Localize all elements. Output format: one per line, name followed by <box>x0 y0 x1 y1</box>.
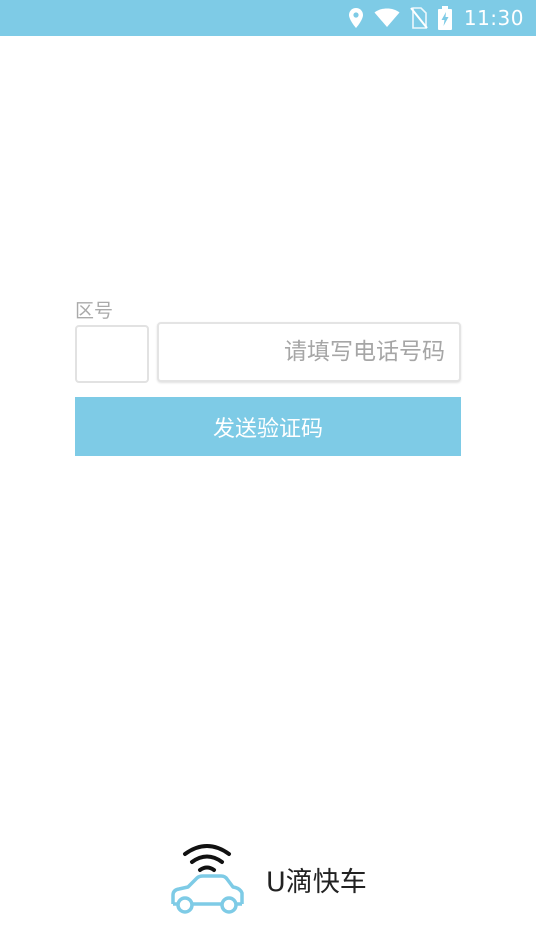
status-bar: 11:30 <box>0 0 536 36</box>
area-code-input[interactable] <box>75 325 149 383</box>
brand-name: U滴快车 <box>266 867 367 898</box>
wifi-icon <box>374 0 400 36</box>
car-wifi-icon <box>168 840 246 918</box>
location-icon <box>348 0 364 36</box>
send-verification-code-button[interactable]: 发送验证码 <box>75 397 461 456</box>
login-screen: 11:30 区号 发送验证码 U滴快车 <box>0 0 536 952</box>
status-time: 11:30 <box>463 6 524 30</box>
phone-number-input[interactable] <box>157 322 461 382</box>
battery-charging-icon <box>437 0 452 36</box>
no-sim-icon <box>410 0 428 36</box>
area-code-label: 区号 <box>75 300 114 322</box>
